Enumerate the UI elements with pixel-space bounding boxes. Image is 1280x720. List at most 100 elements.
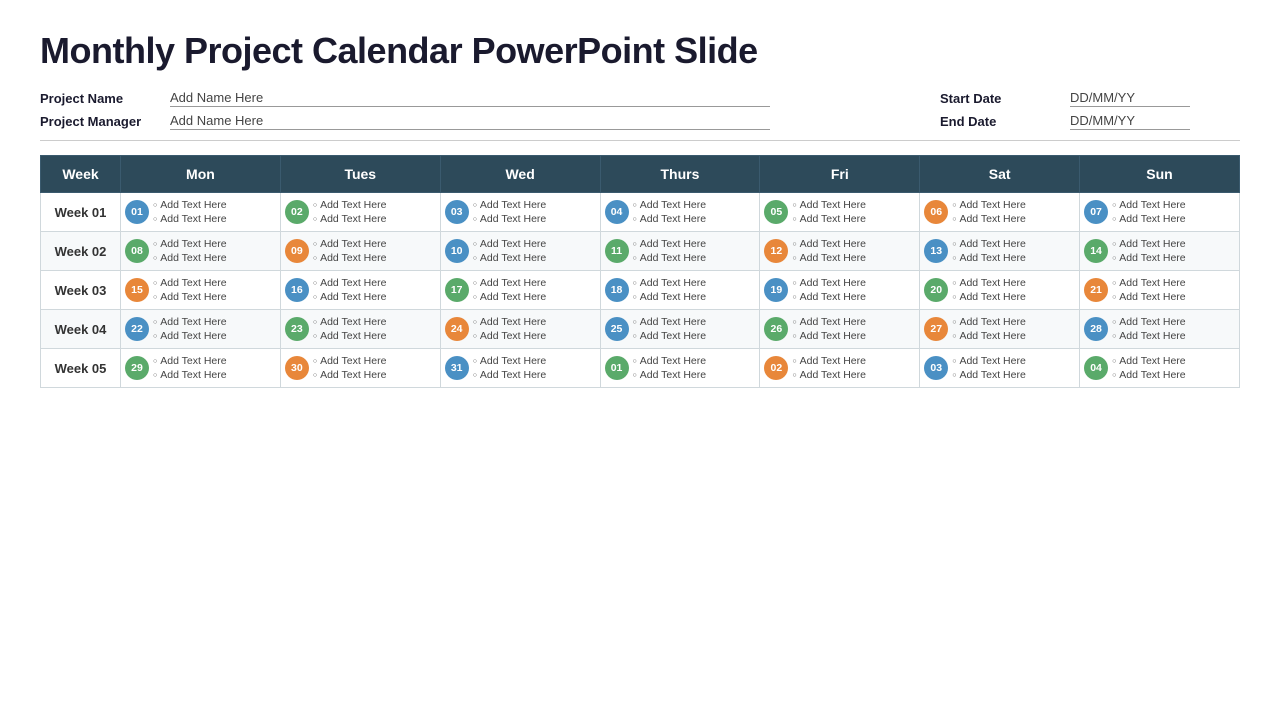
day-cell-19: 19 ○Add Text Here ○Add Text Here	[760, 271, 920, 310]
day-text-item[interactable]: ○Add Text Here	[792, 316, 866, 328]
day-text-item[interactable]: ○Add Text Here	[952, 330, 1026, 342]
day-text-item[interactable]: ○Add Text Here	[633, 369, 707, 381]
day-text-item[interactable]: ○Add Text Here	[1112, 277, 1186, 289]
day-cell-27: 27○Add Text Here○Add Text Here	[920, 310, 1080, 349]
day-cell-01: 01○Add Text Here○Add Text Here	[121, 193, 281, 232]
day-text-item[interactable]: ○Add Text Here	[633, 238, 707, 250]
day-text-item[interactable]: ○Add Text Here	[633, 277, 707, 289]
day-text-item[interactable]: ○Add Text Here	[473, 199, 547, 211]
end-date-value[interactable]: DD/MM/YY	[1070, 113, 1190, 130]
day-text-item[interactable]: ○Add Text Here	[313, 355, 387, 367]
table-row: Week 0208○Add Text Here○Add Text Here09○…	[41, 232, 1240, 271]
day-text-item[interactable]: ○Add Text Here	[313, 238, 387, 250]
day-text-item[interactable]: ○Add Text Here	[313, 316, 387, 328]
day-badge: 04	[1084, 356, 1108, 380]
project-name-value[interactable]: Add Name Here	[170, 90, 770, 107]
day-text-item[interactable]: ○Add Text Here	[633, 252, 707, 264]
day-text-item[interactable]: ○Add Text Here	[792, 277, 866, 289]
day-text-item[interactable]: ○Add Text Here	[792, 355, 866, 367]
day-text-item[interactable]: ○Add Text Here	[473, 330, 547, 342]
day-text-item[interactable]: ○Add Text Here	[313, 199, 387, 211]
day-text-item[interactable]: ○Add Text Here	[792, 369, 866, 381]
day-text-item[interactable]: ○Add Text Here	[313, 291, 387, 303]
day-text-item[interactable]: ○Add Text Here	[792, 213, 866, 225]
day-text-value: Add Text Here	[1119, 213, 1185, 225]
day-text-item[interactable]: ○Add Text Here	[952, 277, 1026, 289]
day-text-item[interactable]: ○Add Text Here	[153, 316, 227, 328]
day-badge: 19	[764, 278, 788, 302]
day-text-item[interactable]: ○Add Text Here	[1112, 316, 1186, 328]
day-text-item[interactable]: ○Add Text Here	[633, 213, 707, 225]
day-text-item[interactable]: ○Add Text Here	[633, 330, 707, 342]
day-cell-18: 18○Add Text Here○Add Text Here	[600, 271, 760, 310]
day-text-item[interactable]: ○Add Text Here	[952, 355, 1026, 367]
day-text-item[interactable]: ○Add Text Here	[473, 316, 547, 328]
day-text-value: Add Text Here	[320, 277, 386, 289]
day-text-item[interactable]: ○Add Text Here	[1112, 252, 1186, 264]
project-manager-value[interactable]: Add Name Here	[170, 113, 770, 130]
day-text-item[interactable]: ○Add Text Here	[473, 252, 547, 264]
day-text-item[interactable]: ○Add Text Here	[153, 213, 227, 225]
day-text-item[interactable]: ○Add Text Here	[473, 369, 547, 381]
day-text-item[interactable]: ○Add Text Here	[313, 369, 387, 381]
day-text-item[interactable]: ○Add Text Here	[952, 199, 1026, 211]
day-text-item[interactable]: ○Add Text Here	[952, 213, 1026, 225]
day-text-value: Add Text Here	[640, 355, 706, 367]
day-text-item[interactable]: ○Add Text Here	[473, 213, 547, 225]
day-text-item[interactable]: ○Add Text Here	[473, 355, 547, 367]
day-text-item[interactable]: ○Add Text Here	[313, 330, 387, 342]
day-badge: 01	[605, 356, 629, 380]
day-text-item[interactable]: ○Add Text Here	[153, 369, 227, 381]
day-text-item[interactable]: ○Add Text Here	[313, 252, 387, 264]
day-text-item[interactable]: ○Add Text Here	[153, 252, 227, 264]
day-text-item[interactable]: ○Add Text Here	[792, 330, 866, 342]
day-text-item[interactable]: ○Add Text Here	[473, 277, 547, 289]
bullet-icon: ○	[1112, 241, 1116, 248]
bullet-icon: ○	[1112, 280, 1116, 287]
day-cell-05: 05○Add Text Here○Add Text Here	[760, 193, 920, 232]
day-text-item[interactable]: ○Add Text Here	[952, 291, 1026, 303]
day-cell-30: 30○Add Text Here○Add Text Here	[280, 349, 440, 388]
start-date-value[interactable]: DD/MM/YY	[1070, 90, 1190, 107]
day-text-item[interactable]: ○Add Text Here	[153, 277, 227, 289]
day-text-item[interactable]: ○Add Text Here	[153, 291, 227, 303]
day-text-value: Add Text Here	[800, 316, 866, 328]
day-text-item[interactable]: ○Add Text Here	[1112, 199, 1186, 211]
meta-section: Project Name Add Name Here Project Manag…	[40, 90, 1240, 141]
day-text-item[interactable]: ○Add Text Here	[952, 238, 1026, 250]
day-badge: 22	[125, 317, 149, 341]
day-text-item[interactable]: ○Add Text Here	[1112, 330, 1186, 342]
day-text-value: Add Text Here	[1119, 369, 1185, 381]
day-text-item[interactable]: ○Add Text Here	[792, 291, 866, 303]
day-text-item[interactable]: ○Add Text Here	[473, 291, 547, 303]
day-text-item[interactable]: ○Add Text Here	[1112, 213, 1186, 225]
day-text-item[interactable]: ○Add Text Here	[153, 199, 227, 211]
column-header-mon: Mon	[121, 156, 281, 193]
day-text-item[interactable]: ○Add Text Here	[633, 316, 707, 328]
day-text-item[interactable]: ○Add Text Here	[313, 213, 387, 225]
day-text-item[interactable]: ○Add Text Here	[952, 369, 1026, 381]
day-text-item[interactable]: ○Add Text Here	[633, 355, 707, 367]
day-text-value: Add Text Here	[320, 330, 386, 342]
day-text-item[interactable]: ○Add Text Here	[1112, 238, 1186, 250]
day-cell-15: 15○Add Text Here○Add Text Here	[121, 271, 281, 310]
bullet-icon: ○	[153, 319, 157, 326]
day-text-item[interactable]: ○Add Text Here	[153, 238, 227, 250]
bullet-icon: ○	[473, 319, 477, 326]
day-text-item[interactable]: ○Add Text Here	[952, 252, 1026, 264]
day-text-item[interactable]: ○Add Text Here	[313, 277, 387, 289]
day-text-item[interactable]: ○Add Text Here	[792, 238, 866, 250]
day-text-item[interactable]: ○Add Text Here	[633, 291, 707, 303]
day-text-value: Add Text Here	[800, 252, 866, 264]
day-text-item[interactable]: ○Add Text Here	[1112, 355, 1186, 367]
day-text-item[interactable]: ○Add Text Here	[952, 316, 1026, 328]
day-cell-04: 04○Add Text Here○Add Text Here	[600, 193, 760, 232]
day-text-item[interactable]: ○Add Text Here	[153, 330, 227, 342]
day-text-item[interactable]: ○Add Text Here	[473, 238, 547, 250]
day-text-item[interactable]: ○Add Text Here	[792, 199, 866, 211]
day-text-item[interactable]: ○Add Text Here	[153, 355, 227, 367]
day-text-item[interactable]: ○Add Text Here	[1112, 369, 1186, 381]
day-text-item[interactable]: ○Add Text Here	[792, 252, 866, 264]
day-text-item[interactable]: ○Add Text Here	[633, 199, 707, 211]
day-text-item[interactable]: ○Add Text Here	[1112, 291, 1186, 303]
